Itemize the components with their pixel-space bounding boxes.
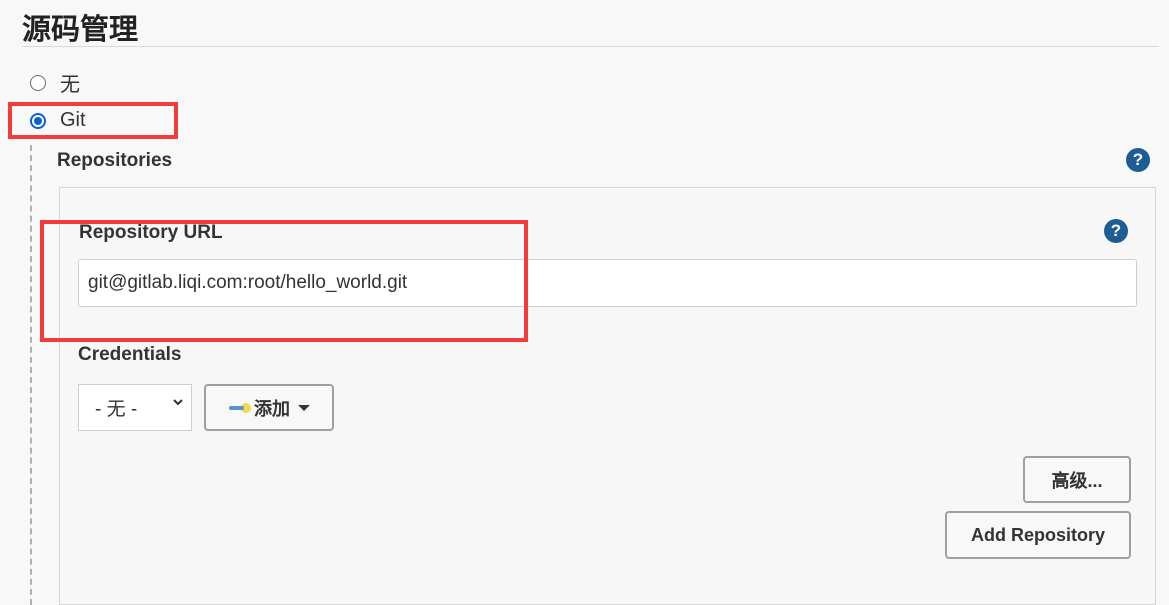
caret-down-icon [298,404,310,411]
add-credentials-button[interactable]: 添加 [204,384,334,431]
help-icon[interactable]: ? [1104,219,1128,243]
add-repository-button[interactable]: Add Repository [945,511,1131,559]
advanced-button[interactable]: 高级... [1023,456,1131,503]
credentials-label: Credentials [78,344,182,365]
credentials-selected-value: - 无 - [95,399,138,420]
help-icon[interactable]: ? [1126,148,1150,172]
key-icon [229,402,251,413]
radio-none[interactable] [30,74,46,91]
git-option-highlight [8,102,178,139]
repositories-label: Repositories [57,150,173,171]
credentials-select[interactable]: - 无 - [78,384,192,431]
repository-url-highlight [40,220,528,342]
nested-indent-line [30,145,32,605]
radio-option-none[interactable]: 无 [30,68,80,97]
add-credentials-label: 添加 [254,398,290,419]
radio-none-label: 无 [60,74,80,96]
section-title: 源码管理 [22,12,139,46]
chevron-down-icon [173,399,183,406]
title-divider [22,46,1159,47]
